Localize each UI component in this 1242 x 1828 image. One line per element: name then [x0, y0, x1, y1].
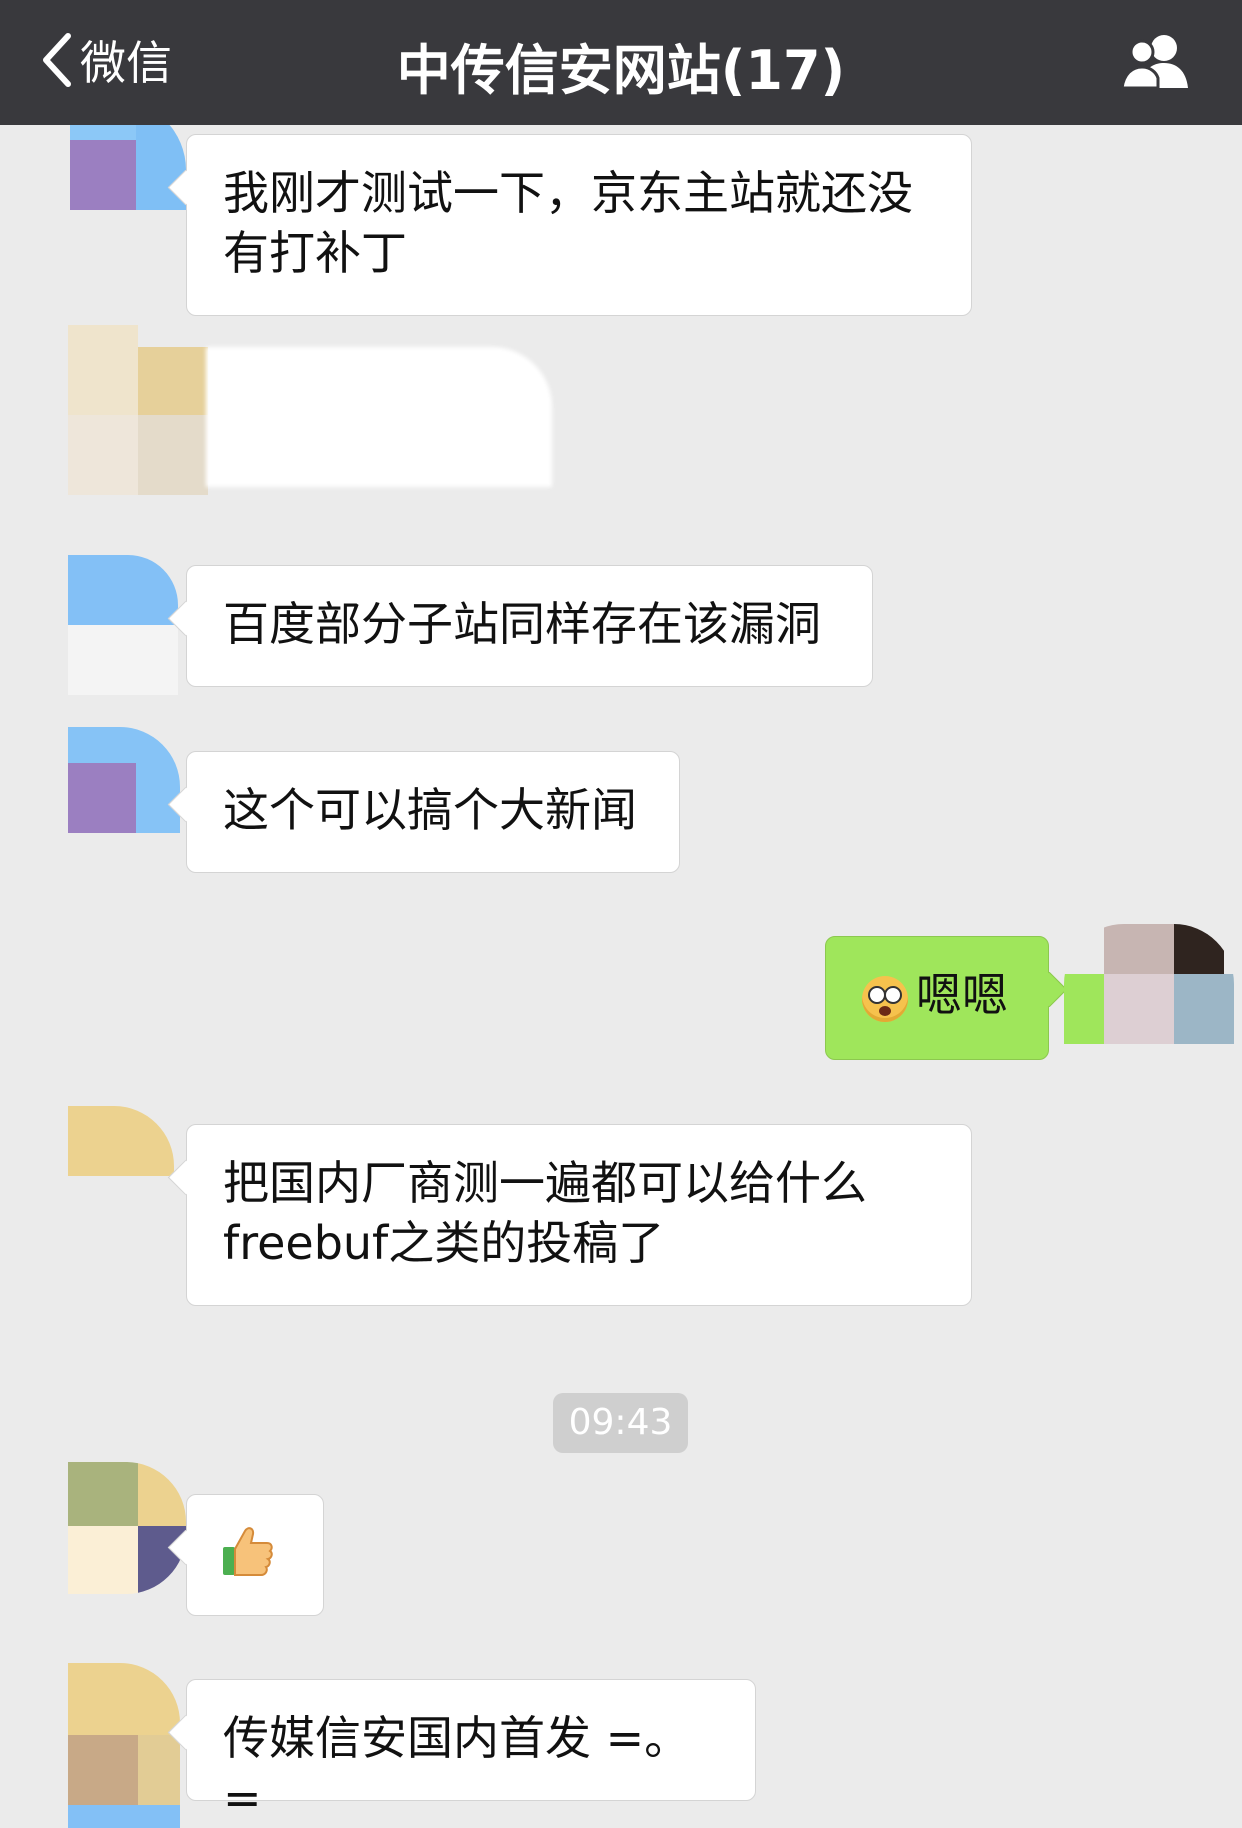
message-bubble[interactable]: 我刚才测试一下，京东主站就还没有打补丁: [186, 134, 972, 316]
message-text: 嗯嗯: [916, 968, 1008, 1022]
chat-title: 中传信安网站(17): [396, 39, 846, 102]
group-members-button[interactable]: [1120, 30, 1192, 92]
avatar[interactable]: [68, 1663, 180, 1828]
message-row: 这个可以搞个大新闻: [0, 725, 1242, 875]
message-bubble[interactable]: 嗯嗯: [825, 936, 1049, 1060]
message-row: 百度部分子站同样存在该漏洞: [0, 555, 1242, 695]
message-text: 百度部分子站同样存在该漏洞: [223, 597, 821, 651]
message-bubble[interactable]: 把国内厂商测一遍都可以给什么freebuf之类的投稿了: [186, 1124, 972, 1306]
message-row: 嗯嗯: [0, 920, 1242, 1070]
message-bubble[interactable]: [186, 1494, 324, 1616]
message-text: 我刚才测试一下，京东主站就还没有打补丁: [223, 166, 913, 280]
navigation-bar: 微信 中传信安网站(17): [0, 0, 1242, 125]
thumbs-up-emoji: [223, 1527, 273, 1576]
avatar[interactable]: [68, 1106, 174, 1176]
avatar[interactable]: [68, 555, 178, 695]
message-row: 我刚才测试一下，京东主站就还没有打补丁: [0, 100, 1242, 320]
message-bubble[interactable]: 这个可以搞个大新闻: [186, 751, 680, 873]
avatar[interactable]: [1064, 924, 1234, 1044]
avatar[interactable]: [68, 325, 208, 505]
avatar[interactable]: [68, 727, 180, 833]
message-text: 传媒信安国内首发 =。=: [223, 1711, 691, 1825]
message-row: [0, 325, 1242, 515]
message-bubble[interactable]: 传媒信安国内首发 =。=: [186, 1679, 756, 1825]
message-row: 传媒信安国内首发 =。=: [0, 1655, 1242, 1828]
message-text: 把国内厂商测一遍都可以给什么freebuf之类的投稿了: [223, 1156, 867, 1270]
message-row: 把国内厂商测一遍都可以给什么freebuf之类的投稿了: [0, 1100, 1242, 1320]
message-text: 这个可以搞个大新闻: [223, 783, 637, 837]
angry-face-emoji: [862, 975, 908, 1022]
message-row: [0, 1460, 1242, 1620]
group-members-icon: [1120, 35, 1188, 90]
timestamp-badge: 09:43: [553, 1393, 688, 1453]
message-bubble[interactable]: [206, 347, 552, 487]
avatar[interactable]: [68, 1462, 186, 1594]
message-bubble[interactable]: 百度部分子站同样存在该漏洞: [186, 565, 873, 687]
